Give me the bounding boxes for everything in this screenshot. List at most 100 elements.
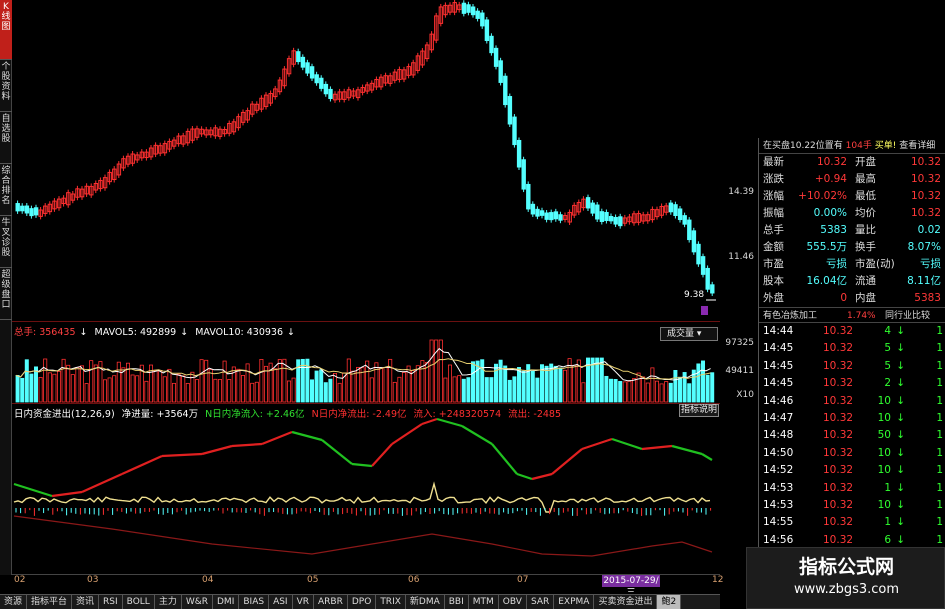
- indicator-tab[interactable]: MTM: [469, 595, 499, 609]
- candle: [47, 201, 53, 215]
- volume-bar: [609, 378, 614, 403]
- industry-compare-link[interactable]: 同行业比较: [885, 308, 930, 324]
- candle-body: [700, 256, 706, 275]
- candle: [613, 214, 618, 228]
- candle: [70, 190, 76, 204]
- candle-body: [484, 19, 490, 42]
- candle: [121, 155, 126, 171]
- indicator-tab[interactable]: SAR: [527, 595, 555, 609]
- candle: [194, 125, 200, 141]
- candle-body: [20, 205, 25, 212]
- indicator-panel[interactable]: 日内资金进出(12,26,9) 净进量: +3564万 N日内净流入: +2.4…: [12, 404, 720, 574]
- indicator-tab[interactable]: OBV: [499, 595, 527, 609]
- trade-list: 14:44 10.32 4 ↓ 1 14:45 10.32 5 ↓ 1 14:45 10.32 5 ↓ 1 1…: [759, 323, 945, 566]
- indicator-tab[interactable]: 鲍2: [657, 595, 682, 609]
- indicator-tab[interactable]: BIAS: [239, 595, 270, 609]
- indicator-tab[interactable]: BOLL: [123, 595, 155, 609]
- candle: [323, 81, 329, 97]
- volume-bar: [489, 377, 494, 403]
- trade-volume: 10: [877, 446, 891, 459]
- mavol10: MAVOL10: 430936: [195, 327, 283, 338]
- quote-label: 涨跌: [763, 173, 784, 185]
- fund-flow-line: [121, 454, 163, 476]
- candle: [539, 207, 545, 219]
- candle: [466, 1, 471, 16]
- date-tick: 07: [517, 575, 529, 585]
- candle: [190, 126, 195, 144]
- indicator-tab[interactable]: EXPMA: [554, 595, 595, 609]
- quote-row: 振幅 0.00% 均价 10.32: [759, 205, 945, 222]
- trade-time: 14:45: [763, 359, 794, 372]
- indicator-tab[interactable]: W&R: [182, 595, 213, 609]
- candle: [259, 95, 264, 113]
- trade-time: 14:53: [763, 481, 794, 494]
- indicator-tab[interactable]: 新DMA: [406, 595, 445, 609]
- quote-label: 金额: [763, 241, 784, 253]
- candle: [696, 241, 701, 267]
- trade-row: 14:46 10.32 10 ↓ 1: [759, 393, 945, 410]
- volume-bar: [332, 373, 337, 403]
- volume-panel[interactable]: 总手: 356435 ↓ MAVOL5: 492899 ↓ MAVOL10: 430…: [12, 322, 720, 404]
- volume-bar: [15, 374, 20, 403]
- candle: [595, 202, 600, 222]
- volume-bar: [572, 364, 577, 403]
- candle-body: [466, 4, 471, 13]
- indicator-tab[interactable]: 资讯: [72, 595, 100, 609]
- date-tick: 03: [87, 575, 99, 585]
- volume-bar: [369, 377, 374, 403]
- indicator-tab[interactable]: 资源: [0, 595, 28, 609]
- fund-flow-line: [161, 452, 203, 458]
- last-price-label: 9.38: [684, 290, 705, 300]
- indicator-tab[interactable]: DPO: [348, 595, 377, 609]
- volume-bar: [167, 368, 172, 403]
- indicator-tab[interactable]: ASI: [269, 595, 293, 609]
- quote-value: 0.00%: [813, 207, 847, 219]
- trade-time: 14:45: [763, 377, 794, 390]
- candle-body: [595, 204, 600, 220]
- candle: [484, 16, 490, 44]
- date-tick: 05: [307, 575, 319, 585]
- candle: [319, 75, 324, 92]
- sidebar-tab[interactable]: 超级盘口: [0, 268, 12, 320]
- candle: [585, 194, 591, 211]
- sidebar-tab[interactable]: 牛叉诊股: [0, 216, 12, 268]
- indicator-tab[interactable]: ARBR: [314, 595, 348, 609]
- volume-bar: [204, 359, 209, 403]
- sidebar-tab[interactable]: 综合排名: [0, 164, 12, 216]
- volume-bar: [263, 365, 268, 403]
- quote-label: 振幅: [763, 207, 784, 219]
- candle-body: [705, 267, 710, 290]
- indicator-help-button[interactable]: 指标说明: [679, 404, 719, 417]
- sidebar-tab[interactable]: 个股资料: [0, 60, 12, 112]
- candle: [15, 200, 20, 214]
- quote-detail-link[interactable]: 查看详细: [899, 141, 935, 151]
- fund-flow-line: [51, 490, 83, 498]
- indicator-tab[interactable]: DMI: [213, 595, 240, 609]
- candle: [530, 201, 536, 217]
- candle: [544, 210, 549, 223]
- price-chart-panel[interactable]: 9.38: [12, 0, 720, 322]
- candle: [213, 124, 218, 139]
- candle-body: [309, 66, 315, 79]
- indicator-tab[interactable]: 主力: [155, 595, 182, 609]
- candle: [627, 213, 632, 225]
- candle: [89, 183, 94, 198]
- volume-bar: [447, 364, 452, 403]
- sidebar-tab[interactable]: K线图: [0, 0, 12, 60]
- sidebar-tab[interactable]: 自选股: [0, 112, 12, 164]
- candle-body: [544, 212, 549, 220]
- volume-indicator-select[interactable]: 成交量 ▾: [660, 327, 718, 341]
- candle-body: [553, 211, 559, 220]
- candle: [61, 195, 66, 207]
- indicator-tab[interactable]: 买卖资金进出: [594, 595, 658, 609]
- indicator-tab[interactable]: TRIX: [376, 595, 406, 609]
- trade-flag: 1: [936, 325, 943, 337]
- indicator-tab[interactable]: 指标平台: [27, 595, 73, 609]
- indicator-tab[interactable]: VR: [293, 595, 315, 609]
- arrow-down-icon: ↓: [896, 377, 905, 390]
- volume-bar: [144, 380, 149, 403]
- candle: [461, 0, 467, 17]
- trade-volume: 10: [877, 498, 891, 511]
- indicator-tab[interactable]: BBI: [445, 595, 469, 609]
- indicator-tab[interactable]: RSI: [99, 595, 123, 609]
